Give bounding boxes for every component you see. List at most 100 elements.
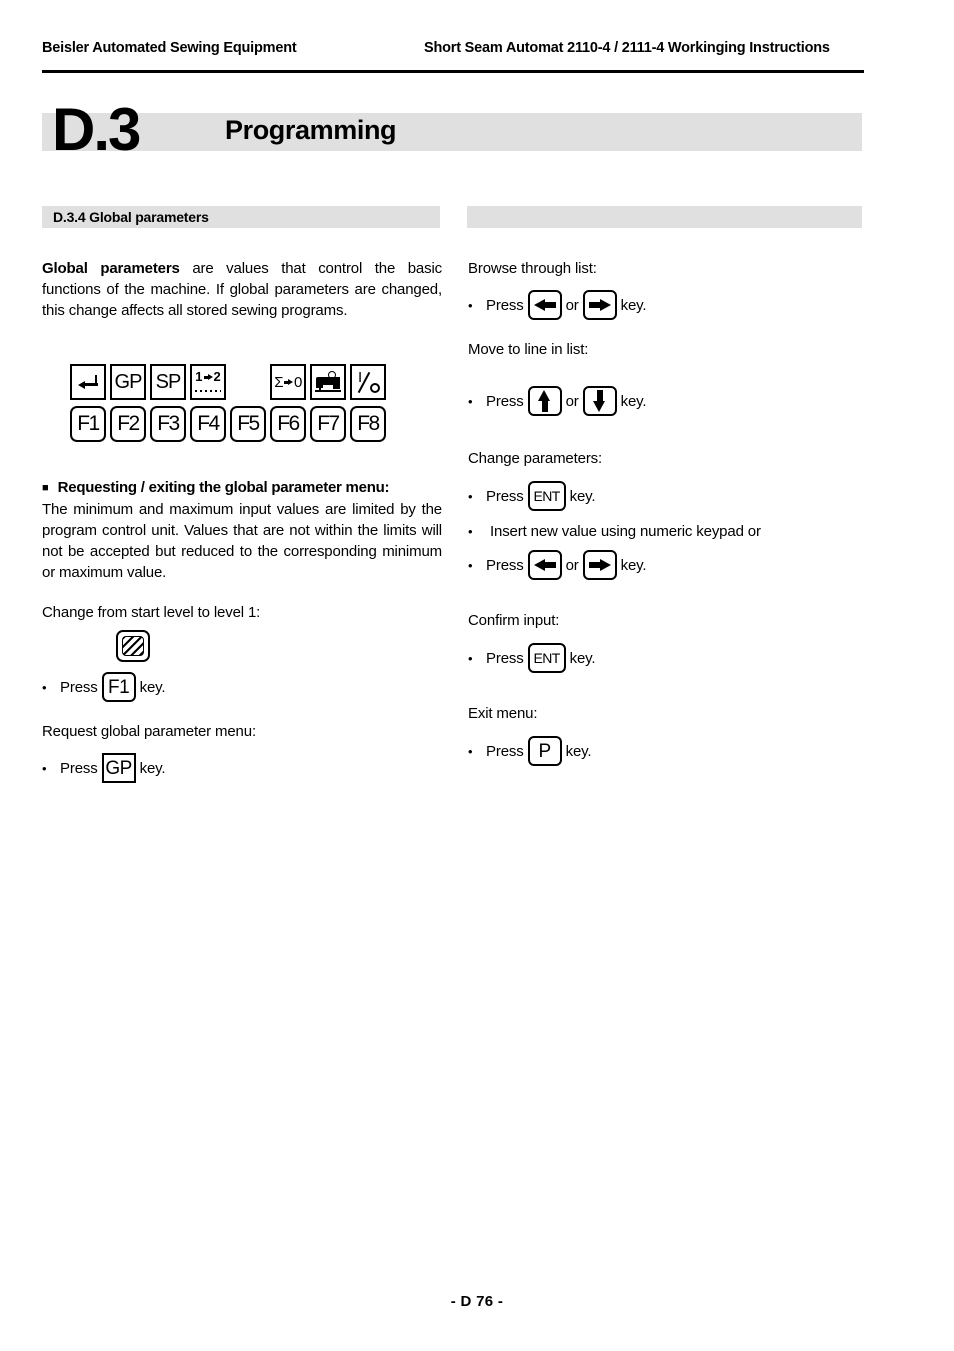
group-move-to-line: Move to line in list: • Press or key. bbox=[468, 339, 868, 416]
ent-key[interactable]: ENT bbox=[527, 643, 566, 673]
group-label-exit: Exit menu: bbox=[468, 705, 538, 722]
keypad-fkey-cell-1: F1 bbox=[68, 405, 108, 443]
press-label: Press bbox=[486, 742, 524, 760]
limits-paragraph: The minimum and maximum input values are… bbox=[42, 501, 442, 581]
arrow-down-icon bbox=[593, 390, 606, 412]
gp-key-inline[interactable]: GP bbox=[101, 753, 136, 783]
function-key-f4-label: F4 bbox=[197, 412, 220, 435]
subheading-text: Requesting / exiting the global paramete… bbox=[57, 479, 390, 496]
bullet-dot-icon: • bbox=[468, 743, 473, 759]
bullet-press-gp: • Press GP key. bbox=[42, 753, 442, 783]
key-suffix: key. bbox=[620, 392, 647, 410]
intro-paragraph: Global parameters are values that contro… bbox=[42, 258, 442, 321]
bullet-insert-value: • Insert new value using numeric keypad … bbox=[468, 523, 868, 540]
step-label-change-start-level: Change from start level to level 1: bbox=[42, 604, 261, 621]
bullet-dot-icon: • bbox=[42, 679, 47, 695]
io-power-key[interactable]: I bbox=[350, 364, 386, 400]
press-label-f1: Press bbox=[60, 678, 98, 696]
function-key-f8[interactable]: F8 bbox=[350, 406, 386, 442]
key-suffix: key. bbox=[565, 742, 592, 760]
press-label: Press bbox=[486, 487, 524, 505]
keypad-cell-7 bbox=[308, 363, 348, 401]
gp-key[interactable]: GP bbox=[110, 364, 146, 400]
arrow-right-icon bbox=[588, 298, 611, 312]
arrow-left-key[interactable] bbox=[527, 550, 562, 580]
function-key-f4[interactable]: F4 bbox=[190, 406, 226, 442]
joiner-label: or bbox=[565, 556, 579, 574]
chapter-number: D.3 bbox=[52, 96, 141, 163]
function-key-f7[interactable]: F7 bbox=[310, 406, 346, 442]
key-suffix: key. bbox=[620, 556, 647, 574]
sewing-machine-key[interactable] bbox=[310, 364, 346, 400]
io-power-icon: I bbox=[355, 370, 381, 394]
ent-key[interactable]: ENT bbox=[527, 481, 566, 511]
ent-key-label: ENT bbox=[533, 650, 560, 666]
keypad-cell-5-empty bbox=[228, 363, 268, 401]
keypad-cell-1 bbox=[68, 363, 108, 401]
bullet-press-ent-change: • Press ENT key. bbox=[468, 481, 868, 511]
bullet-dot-icon: • bbox=[42, 760, 47, 776]
arrow-right-key[interactable] bbox=[582, 290, 617, 320]
keypad-blank-slot bbox=[230, 364, 266, 400]
hatched-key-icon[interactable] bbox=[116, 630, 150, 662]
enter-key[interactable] bbox=[70, 364, 106, 400]
keypad-cell-3: SP bbox=[148, 363, 188, 401]
f1-key-inline[interactable]: F1 bbox=[101, 672, 136, 702]
arrow-left-key[interactable] bbox=[527, 290, 562, 320]
function-key-f8-label: F8 bbox=[357, 412, 380, 435]
gp-key-label: GP bbox=[114, 370, 143, 393]
bullet-change-arrows: • Press or key. bbox=[468, 550, 868, 580]
function-key-f6-label: F6 bbox=[277, 412, 300, 435]
header-company-name: Beisler Automated Sewing Equipment bbox=[42, 40, 297, 56]
joiner-label: or bbox=[565, 392, 579, 410]
group-exit-menu: Exit menu: • Press P key. bbox=[468, 703, 868, 766]
sp-key[interactable]: SP bbox=[150, 364, 186, 400]
keypad-fkey-cell-2: F2 bbox=[108, 405, 148, 443]
function-key-f5[interactable]: F5 bbox=[230, 406, 266, 442]
bullet-dot-icon: • bbox=[468, 488, 473, 504]
function-key-f2[interactable]: F2 bbox=[110, 406, 146, 442]
header-document-title: Short Seam Automat 2110-4 / 2111-4 Worki… bbox=[424, 40, 830, 56]
bullet-browse-arrows: • Press or key. bbox=[468, 290, 868, 320]
function-key-f7-label: F7 bbox=[317, 412, 340, 435]
intro-bold-term: Global parameters bbox=[42, 260, 180, 277]
keypad-top-row: GP SP 12 Σ0 I bbox=[68, 363, 388, 401]
sum-to-zero-icon: Σ0 bbox=[274, 373, 302, 391]
gp-key-inline-label: GP bbox=[105, 757, 132, 779]
p-key[interactable]: P bbox=[527, 736, 562, 766]
press-label: Press bbox=[486, 649, 524, 667]
hatched-key-wrap bbox=[116, 630, 442, 662]
keypad-cell-6: Σ0 bbox=[268, 363, 308, 401]
bullet-press-ent-confirm: • Press ENT key. bbox=[468, 643, 868, 673]
subheading-row: ■ Requesting / exiting the global parame… bbox=[42, 478, 442, 498]
group-change-parameters: Change parameters: • Press ENT key. • In… bbox=[468, 448, 868, 580]
sum-to-zero-key[interactable]: Σ0 bbox=[270, 364, 306, 400]
square-bullet-icon: ■ bbox=[42, 482, 49, 494]
chapter-name: Programming bbox=[225, 115, 397, 145]
key-suffix-gp: key. bbox=[139, 759, 166, 777]
key-suffix: key. bbox=[620, 296, 647, 314]
function-key-f3-label: F3 bbox=[157, 412, 180, 435]
arrow-right-key[interactable] bbox=[582, 550, 617, 580]
function-key-f1[interactable]: F1 bbox=[70, 406, 106, 442]
page-footer: - D 76 - bbox=[450, 1293, 504, 1310]
bullet-press-f1: • Press F1 key. bbox=[42, 672, 442, 702]
arrow-down-key[interactable] bbox=[582, 386, 617, 416]
keypad-diagram: GP SP 12 Σ0 I F1 F2 F3 F4 F5 F6 F7 F8 bbox=[68, 363, 388, 443]
group-label-confirm: Confirm input: bbox=[468, 612, 560, 629]
keypad-fkey-cell-7: F7 bbox=[308, 405, 348, 443]
enter-return-icon bbox=[78, 375, 98, 389]
keypad-cell-8: I bbox=[348, 363, 388, 401]
one-to-two-key[interactable]: 12 bbox=[190, 364, 226, 400]
bullet-dot-icon: • bbox=[468, 557, 473, 573]
key-suffix-f1: key. bbox=[139, 678, 166, 696]
bullet-dot-icon: • bbox=[468, 524, 473, 539]
arrow-up-icon bbox=[538, 390, 551, 412]
function-key-f6[interactable]: F6 bbox=[270, 406, 306, 442]
function-key-f3[interactable]: F3 bbox=[150, 406, 186, 442]
key-suffix: key. bbox=[569, 487, 596, 505]
arrow-up-key[interactable] bbox=[527, 386, 562, 416]
group-browse-through-list: Browse through list: • Press or key. bbox=[468, 258, 868, 320]
left-column: Global parameters are values that contro… bbox=[42, 258, 442, 321]
section-band-right bbox=[467, 206, 862, 228]
